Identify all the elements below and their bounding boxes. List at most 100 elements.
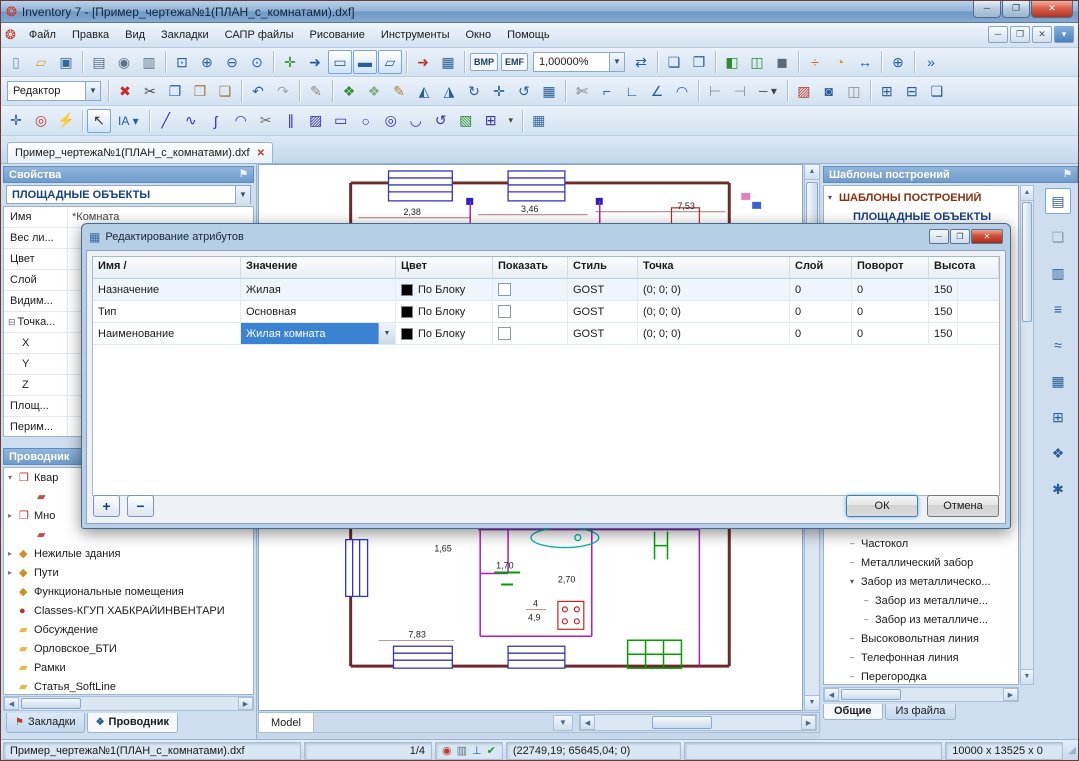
tree-item[interactable]: – Забор из металличе... <box>824 591 1018 610</box>
scroll-right-icon[interactable]: ▶ <box>238 697 253 710</box>
format-brush-icon[interactable]: ✎ <box>304 79 328 103</box>
tree-item[interactable]: ▸ ◆ Нежилые здания <box>4 544 253 563</box>
regen-icon[interactable]: ➜ <box>303 50 327 74</box>
ungroup-icon[interactable]: ❖ <box>362 79 386 103</box>
add-attribute-button[interactable]: + <box>93 495 120 517</box>
dim-right-icon[interactable]: ⊣ <box>728 79 752 103</box>
clear-style-icon[interactable]: ◫ <box>842 79 866 103</box>
print-icon[interactable]: ▤ <box>87 50 111 74</box>
region-fill-icon[interactable]: ◧ <box>720 50 744 74</box>
rotate-ccw-icon[interactable]: ↺ <box>512 79 536 103</box>
expander-icon[interactable]: ⊟ <box>8 317 16 328</box>
paste-special-icon[interactable]: ❏ <box>213 79 237 103</box>
zoom-extents-icon[interactable]: ⊙ <box>245 50 269 74</box>
chevron-down-icon[interactable]: ▼ <box>609 53 624 71</box>
attr-color-cell[interactable]: По Блоку <box>396 301 493 322</box>
show-checkbox[interactable] <box>498 283 511 296</box>
tree-item[interactable]: – Частокол <box>824 534 1018 553</box>
menu-item[interactable]: Рисование <box>302 26 373 44</box>
snap-icon[interactable]: ⚡ <box>54 109 78 133</box>
region-dark-icon[interactable]: ◼ <box>770 50 794 74</box>
attr-style-cell[interactable]: GOST <box>568 323 638 344</box>
tree-arrow-icon[interactable]: – <box>850 653 861 662</box>
tree-arrow-icon[interactable]: – <box>850 672 861 681</box>
tree-item[interactable]: – Металлический забор <box>824 553 1018 572</box>
property-value[interactable]: *Комната <box>68 211 253 223</box>
divide-icon[interactable]: ÷ <box>803 50 827 74</box>
zoom-combobox[interactable]: 1,00000% ▼ <box>533 52 625 72</box>
tree-arrow-icon[interactable]: ▾ <box>8 473 19 482</box>
delete-icon[interactable]: ✖ <box>113 79 137 103</box>
tree-item[interactable]: ● Classes-КГУП ХАБКРАЙИНВЕНТАРИ <box>4 601 253 620</box>
redo-icon[interactable]: ↷ <box>271 79 295 103</box>
measure-icon[interactable]: ◔ <box>828 50 852 74</box>
tree-item[interactable]: ▰ Обсуждение <box>4 620 253 639</box>
attr-point-cell[interactable]: (0; 0; 0) <box>638 323 790 344</box>
array-icon[interactable]: ▦ <box>537 79 561 103</box>
chevron-down-icon[interactable]: ▼ <box>553 714 573 731</box>
maximize-button[interactable]: ❐ <box>1002 1 1030 18</box>
more-tools-dropdown[interactable]: ▾ <box>504 109 518 133</box>
scroll-thumb[interactable] <box>841 689 901 700</box>
table-tool[interactable]: ▦ <box>527 109 551 133</box>
tree-arrow-icon[interactable]: ▸ <box>8 568 19 577</box>
attr-table-icon[interactable]: ⊞ <box>875 79 899 103</box>
chamfer-icon[interactable]: ∠ <box>645 79 669 103</box>
attr-layer-cell[interactable]: 0 <box>790 301 852 322</box>
tree-item[interactable]: – Высоковольтная линия <box>824 629 1018 648</box>
corner-icon[interactable]: ∟ <box>620 79 644 103</box>
cancel-button[interactable]: Отмена <box>927 495 999 517</box>
attr-value-cell[interactable]: Жилая ▼ <box>241 279 396 300</box>
export-bmp-button[interactable]: BMP <box>470 53 498 71</box>
blocks-panel-icon[interactable]: ❑ <box>1045 224 1071 250</box>
tab-bookmarks[interactable]: ⚑ Закладки <box>6 713 85 733</box>
select-polygon-icon[interactable]: ▱ <box>378 50 402 74</box>
split-tool[interactable]: ✂ <box>254 109 278 133</box>
pan-icon[interactable]: ✛ <box>278 50 302 74</box>
column-header[interactable]: Слой <box>790 257 852 278</box>
scroll-left-icon[interactable]: ◀ <box>4 697 19 710</box>
apply-scale-icon[interactable]: ⇄ <box>629 50 653 74</box>
fillet-icon[interactable]: ◠ <box>670 79 694 103</box>
menu-item[interactable]: Инструменты <box>373 26 458 44</box>
editor-combobox[interactable]: Редактор ▼ <box>7 81 101 101</box>
image-tool[interactable]: ▧ <box>454 109 478 133</box>
open-folder-icon[interactable]: ▱ <box>29 50 53 74</box>
attr-height-cell[interactable]: 150 <box>929 279 959 300</box>
attr-rotation-cell[interactable]: 0 <box>852 323 929 344</box>
hatch-tool[interactable]: ▨ <box>304 109 328 133</box>
tree-arrow-icon[interactable]: ▸ <box>8 511 19 520</box>
select-crossing-icon[interactable]: ▬ <box>353 50 377 74</box>
ok-button[interactable]: ОК <box>846 495 918 517</box>
attr-color-cell[interactable]: По Блоку <box>396 323 493 344</box>
scroll-down-icon[interactable]: ▼ <box>805 695 819 710</box>
attr-list-icon[interactable]: ⊟ <box>900 79 924 103</box>
region-frame-icon[interactable]: ◫ <box>745 50 769 74</box>
rotate-icon[interactable]: ↻ <box>462 79 486 103</box>
back-view-icon[interactable]: ➜ <box>411 50 435 74</box>
width-icon[interactable]: ↔ <box>853 50 877 74</box>
edit-status-icon[interactable]: ✔ <box>487 744 496 757</box>
copy-icon[interactable]: ❐ <box>163 79 187 103</box>
scroll-left-icon[interactable]: ◀ <box>580 715 595 730</box>
resize-grip[interactable]: ◢ <box>1068 745 1076 756</box>
circle-tool[interactable]: ○ <box>354 109 378 133</box>
export-emf-button[interactable]: EMF <box>501 53 528 71</box>
print-preview-icon[interactable]: ◉ <box>112 50 136 74</box>
pin-icon[interactable]: ◎ <box>29 109 53 133</box>
cloud-tool[interactable]: ↺ <box>429 109 453 133</box>
attr-layer-cell[interactable]: 0 <box>790 323 852 344</box>
attr-layer-cell[interactable]: 0 <box>790 279 852 300</box>
zoom-out-icon[interactable]: ⊖ <box>220 50 244 74</box>
menu-item[interactable]: Закладки <box>153 26 217 44</box>
scroll-down-icon[interactable]: ▼ <box>1021 669 1033 684</box>
save-icon[interactable]: ▣ <box>54 50 78 74</box>
column-header[interactable]: Цвет <box>396 257 493 278</box>
object-type-combobox[interactable]: ПЛОЩАДНЫЕ ОБЪЕКТЫ ▼ <box>6 185 251 204</box>
origin-icon[interactable]: ✛ <box>4 109 28 133</box>
attr-color-cell[interactable]: По Блоку <box>396 279 493 300</box>
templates-vscrollbar[interactable]: ▲ ▼ <box>1020 185 1034 685</box>
pin-icon[interactable]: ⚑ <box>1063 169 1072 180</box>
cut-icon[interactable]: ✂ <box>138 79 162 103</box>
dialog-close-button[interactable]: ✕ <box>971 229 1003 244</box>
